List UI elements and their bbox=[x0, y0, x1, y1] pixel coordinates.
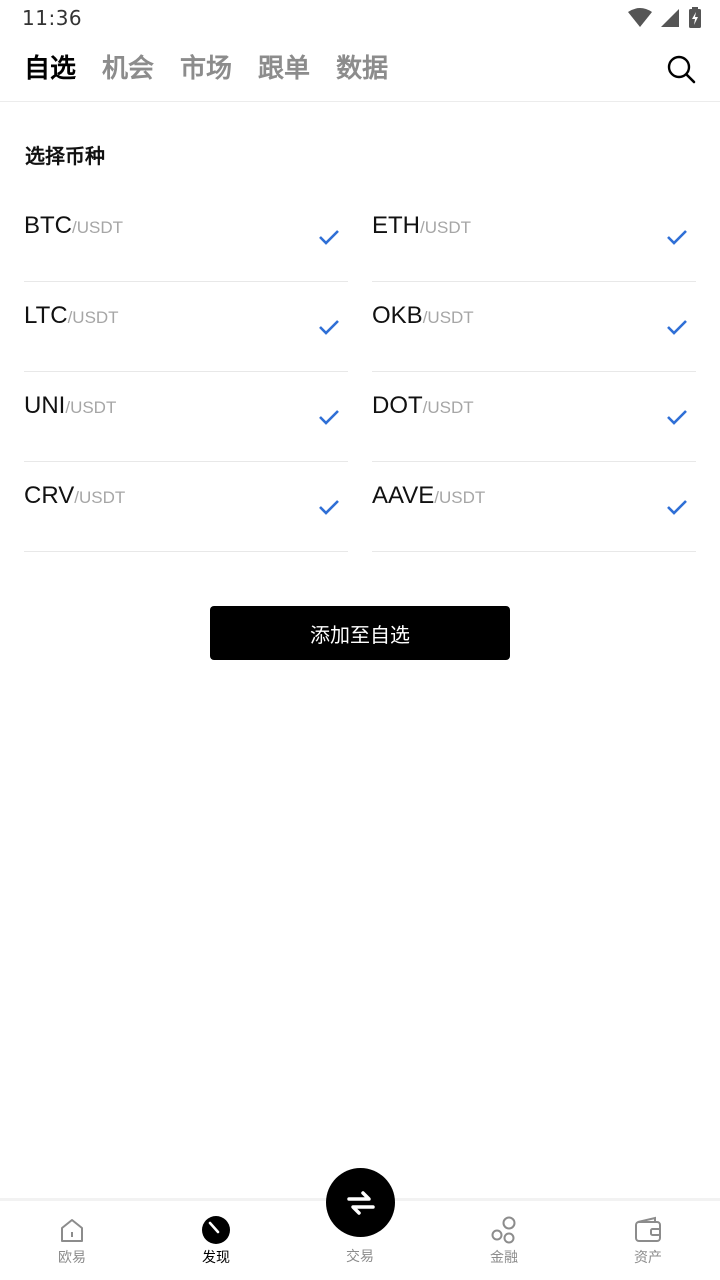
coin-base: BTC bbox=[24, 212, 72, 239]
bottom-nav-label: 发现 bbox=[202, 1250, 230, 1266]
bottom-nav-discover[interactable]: 发现 bbox=[166, 1215, 266, 1267]
bottom-nav-finance[interactable]: 金融 bbox=[454, 1215, 554, 1267]
coin-pair: BTC/USDT bbox=[24, 212, 123, 240]
coin-base: UNI bbox=[24, 392, 66, 419]
coin-item-okb[interactable]: OKB/USDT bbox=[372, 282, 696, 372]
checkmark-icon bbox=[319, 320, 339, 335]
coin-item-crv[interactable]: CRV/USDT bbox=[24, 462, 348, 552]
coin-pair: DOT/USDT bbox=[372, 392, 474, 420]
coin-quote: /USDT bbox=[65, 398, 117, 417]
section-title: 选择币种 bbox=[25, 144, 105, 168]
coin-pair: CRV/USDT bbox=[24, 482, 125, 510]
checkmark-icon bbox=[667, 230, 687, 245]
coin-quote: /USDT bbox=[72, 218, 123, 237]
tab-copy-trading[interactable]: 跟单 bbox=[258, 50, 310, 88]
coin-base: ETH bbox=[372, 212, 420, 239]
coin-quote: /USDT bbox=[422, 398, 474, 417]
coin-quote: /USDT bbox=[420, 218, 471, 237]
search-icon[interactable] bbox=[666, 54, 696, 84]
coin-base: OKB bbox=[372, 302, 423, 329]
coin-item-btc[interactable]: BTC/USDT bbox=[24, 192, 348, 282]
bottom-nav-label: 金融 bbox=[490, 1250, 518, 1266]
tab-data[interactable]: 数据 bbox=[336, 50, 388, 88]
status-bar: 11:36 bbox=[0, 0, 720, 36]
compass-icon bbox=[202, 1216, 230, 1244]
coin-pair: AAVE/USDT bbox=[372, 482, 485, 510]
bottom-nav-label: 资产 bbox=[634, 1250, 662, 1266]
add-to-watchlist-button[interactable]: 添加至自选 bbox=[210, 606, 510, 660]
bottom-nav-home[interactable]: 欧易 bbox=[22, 1215, 122, 1267]
coin-pair: UNI/USDT bbox=[24, 392, 116, 420]
coin-item-aave[interactable]: AAVE/USDT bbox=[372, 462, 696, 552]
coin-base: LTC bbox=[24, 302, 68, 329]
trade-label[interactable]: 交易 bbox=[310, 1246, 410, 1266]
coin-item-dot[interactable]: DOT/USDT bbox=[372, 372, 696, 462]
coin-base: DOT bbox=[372, 392, 423, 419]
coin-pair: ETH/USDT bbox=[372, 212, 471, 240]
tab-opportunities[interactable]: 机会 bbox=[102, 50, 154, 88]
battery-charging-icon bbox=[689, 7, 701, 28]
wifi-icon bbox=[628, 8, 652, 27]
coin-base: AAVE bbox=[372, 482, 435, 509]
cell-signal-icon bbox=[661, 9, 679, 27]
coin-quote: /USDT bbox=[67, 308, 119, 327]
status-icons bbox=[628, 6, 702, 30]
tab-market[interactable]: 市场 bbox=[180, 50, 232, 88]
swap-icon bbox=[346, 1190, 375, 1215]
home-icon bbox=[61, 1219, 83, 1242]
coin-item-uni[interactable]: UNI/USDT bbox=[24, 372, 348, 462]
checkmark-icon bbox=[667, 320, 687, 335]
coin-pair: OKB/USDT bbox=[372, 302, 474, 330]
status-time: 11:36 bbox=[22, 6, 83, 30]
coin-item-ltc[interactable]: LTC/USDT bbox=[24, 282, 348, 372]
coin-quote: /USDT bbox=[422, 308, 474, 327]
wallet-icon bbox=[635, 1216, 661, 1242]
coin-pair: LTC/USDT bbox=[24, 302, 119, 330]
finance-circles-icon bbox=[491, 1216, 516, 1244]
checkmark-icon bbox=[667, 500, 687, 515]
checkmark-icon bbox=[319, 500, 339, 515]
bottom-nav-label: 欧易 bbox=[58, 1250, 86, 1266]
top-nav: 自选 机会 市场 跟单 数据 bbox=[0, 40, 720, 102]
checkmark-icon bbox=[667, 410, 687, 425]
coin-item-eth[interactable]: ETH/USDT bbox=[372, 192, 696, 282]
checkmark-icon bbox=[319, 410, 339, 425]
tab-watchlist[interactable]: 自选 bbox=[24, 50, 76, 88]
coin-base: CRV bbox=[24, 482, 75, 509]
trade-button[interactable] bbox=[326, 1168, 395, 1237]
coin-quote: /USDT bbox=[434, 488, 486, 507]
bottom-nav-assets[interactable]: 资产 bbox=[598, 1215, 698, 1267]
top-tabs: 自选 机会 市场 跟单 数据 bbox=[24, 50, 388, 88]
checkmark-icon bbox=[319, 230, 339, 245]
coin-quote: /USDT bbox=[74, 488, 126, 507]
